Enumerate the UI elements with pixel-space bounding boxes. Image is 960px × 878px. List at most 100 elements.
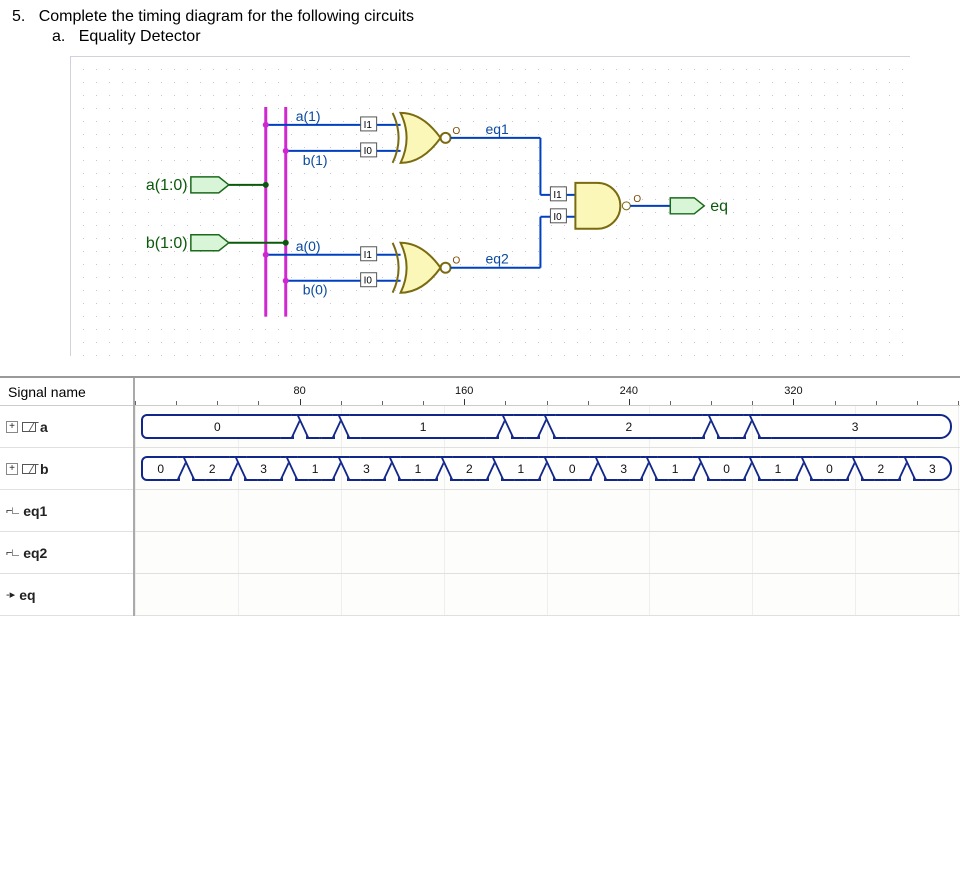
bus-segment: 2 <box>450 456 489 481</box>
bus-segment-label: 0 <box>812 458 847 479</box>
svg-text:I1: I1 <box>553 190 562 201</box>
port-b: b(1:0) <box>146 235 229 252</box>
signal-name-header: Signal name <box>0 378 133 406</box>
schematic: a(1:0) b(1:0) I1 I0 a(1) b(1) <box>70 56 910 356</box>
bus-segment: 0 <box>810 456 849 481</box>
bus-segment-label: 1 <box>349 416 498 437</box>
svg-text:O: O <box>633 194 641 205</box>
bubble-icon <box>441 133 451 143</box>
bus-segment-label: 1 <box>503 458 538 479</box>
ruler-tick <box>382 401 383 405</box>
wave-row-eq <box>135 574 960 616</box>
ruler-tick <box>835 401 836 405</box>
ruler-tick <box>423 401 424 405</box>
bus-segment: 0 <box>141 456 180 481</box>
svg-text:I0: I0 <box>364 146 373 157</box>
wave-row-eq2 <box>135 532 960 574</box>
port-a: a(1:0) <box>146 177 229 194</box>
arrow-icon: -▸ <box>6 588 15 601</box>
ruler-tick <box>217 401 218 405</box>
bus-segment: 2 <box>192 456 231 481</box>
bus-segment-label: 0 <box>709 458 744 479</box>
bus-segment-label <box>308 416 333 437</box>
ruler-tick <box>629 399 630 405</box>
svg-text:O: O <box>453 126 461 137</box>
signal-name: eq2 <box>23 545 47 561</box>
bus-icon <box>22 422 36 432</box>
port-a-label: a(1:0) <box>146 177 188 194</box>
signal-row-eq2: ⌐∟ eq2 <box>0 532 133 574</box>
signal-name: eq <box>19 587 35 603</box>
bus-segment: 1 <box>398 456 437 481</box>
bus-segment: 2 <box>861 456 900 481</box>
bus-segment-label <box>719 416 744 437</box>
wave-row-a: 0 1 2 3 <box>135 406 960 448</box>
wave-icon: ⌐∟ <box>6 547 19 559</box>
ruler-tick <box>176 401 177 405</box>
signal-name: b <box>40 461 49 477</box>
svg-text:eq: eq <box>710 198 728 215</box>
ruler-tick <box>917 401 918 405</box>
expand-icon[interactable]: + <box>6 421 18 433</box>
question-block: 5. Complete the timing diagram for the f… <box>0 0 960 50</box>
bus-segment-label: 2 <box>555 416 704 437</box>
bus-segment: 1 <box>295 456 334 481</box>
ruler-tick <box>752 401 753 405</box>
ruler-tick <box>588 401 589 405</box>
timing-diagram: Signal name +a+b⌐∟eq1⌐∟eq2-▸eq 801602403… <box>0 376 960 616</box>
question-sub-letter: a. <box>52 28 65 45</box>
svg-text:I1: I1 <box>364 120 373 131</box>
bus-segment-label: 0 <box>143 458 178 479</box>
svg-text:I1: I1 <box>364 250 373 261</box>
bus-segment-label: 0 <box>555 458 590 479</box>
signal-row-a: +a <box>0 406 133 448</box>
bus-segment: 0 <box>141 414 294 439</box>
bus-segment: 0 <box>553 456 592 481</box>
bus-segment: 1 <box>347 414 500 439</box>
time-ruler: 80160240320 <box>135 378 960 406</box>
bus-icon <box>22 464 36 474</box>
svg-text:eq1: eq1 <box>485 121 509 137</box>
bus-segment: 3 <box>758 414 952 439</box>
bus-segment: 3 <box>604 456 643 481</box>
bus-segment-label: 3 <box>760 416 950 437</box>
ruler-tick <box>793 399 794 405</box>
svg-text:O: O <box>453 256 461 267</box>
expand-icon[interactable]: + <box>6 463 18 475</box>
bus-segment-label: 3 <box>606 458 641 479</box>
question-sub-text: Equality Detector <box>79 28 201 45</box>
svg-text:a(1): a(1) <box>296 108 321 124</box>
bus-segment: 0 <box>707 456 746 481</box>
bus-segment: 1 <box>501 456 540 481</box>
ruler-tick <box>505 401 506 405</box>
bus-segment: 3 <box>913 456 952 481</box>
bus-segment: 1 <box>758 456 797 481</box>
bus-segment-label: 2 <box>194 458 229 479</box>
ruler-label: 80 <box>293 385 305 397</box>
bus-segment-label: 3 <box>349 458 384 479</box>
schematic-svg: a(1:0) b(1:0) I1 I0 a(1) b(1) <box>71 57 910 357</box>
bus-segment: 3 <box>347 456 386 481</box>
ruler-tick <box>876 401 877 405</box>
bus-segment: 2 <box>553 414 706 439</box>
ruler-tick <box>711 401 712 405</box>
bus-segment-label: 2 <box>863 458 898 479</box>
svg-text:b(1): b(1) <box>303 152 328 168</box>
bus-segment <box>717 414 746 439</box>
ruler-tick <box>670 401 671 405</box>
signal-name: a <box>40 419 48 435</box>
question-sub: a. Equality Detector <box>52 28 948 46</box>
svg-text:eq2: eq2 <box>485 251 509 267</box>
bus-segment-label: 0 <box>143 416 292 437</box>
question-body: Complete the timing diagram for the foll… <box>39 8 414 25</box>
bus-segment-label: 1 <box>400 458 435 479</box>
wave-row-b: 0231312103101023 <box>135 448 960 490</box>
bus-segment-label: 2 <box>452 458 487 479</box>
svg-text:I0: I0 <box>553 212 562 223</box>
ruler-tick <box>958 401 959 405</box>
ruler-tick <box>258 401 259 405</box>
bus-segment-label: 3 <box>915 458 950 479</box>
bus-segment-label: 3 <box>246 458 281 479</box>
signal-row-eq1: ⌐∟eq1 <box>0 490 133 532</box>
ruler-tick <box>135 401 136 405</box>
